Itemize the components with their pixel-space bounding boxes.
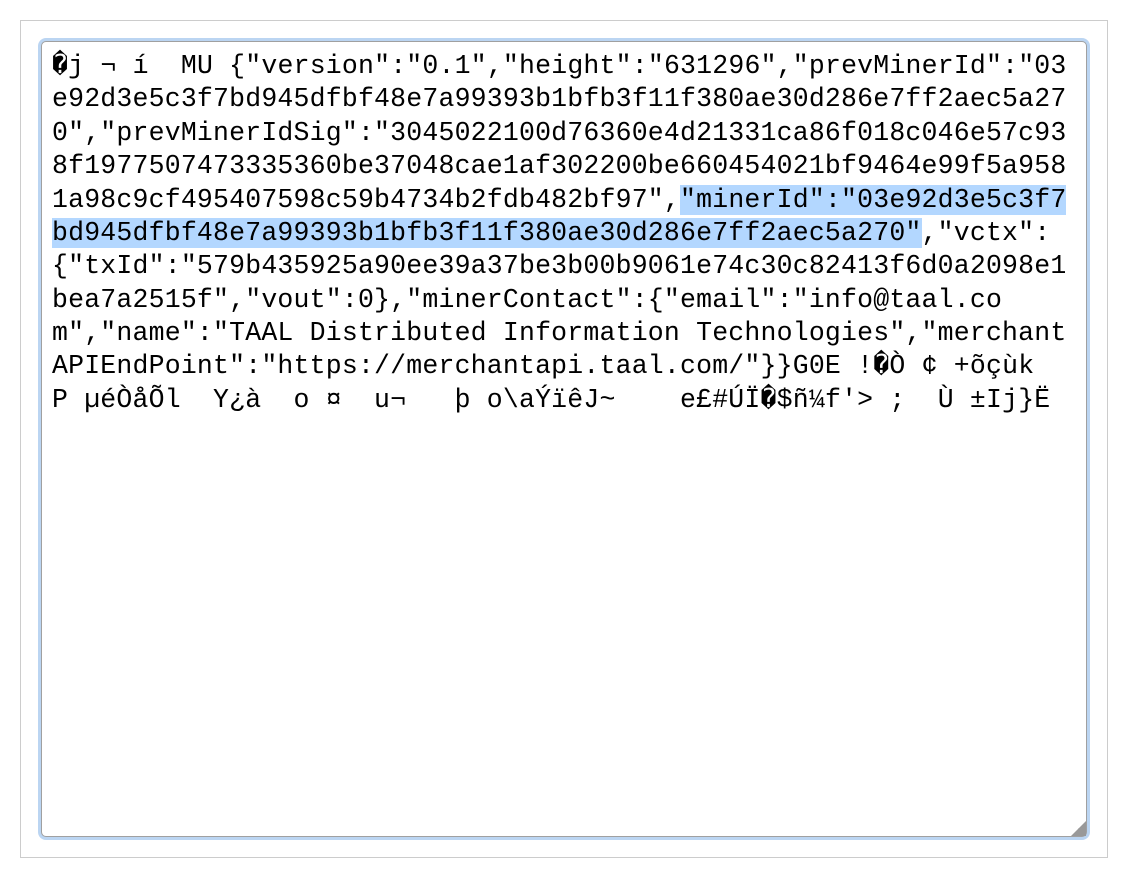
raw-data-textarea[interactable]: �j ¬ í MU {"version":"0.1","height":"631… xyxy=(41,41,1087,837)
container-frame: �j ¬ í MU {"version":"0.1","height":"631… xyxy=(20,20,1108,858)
